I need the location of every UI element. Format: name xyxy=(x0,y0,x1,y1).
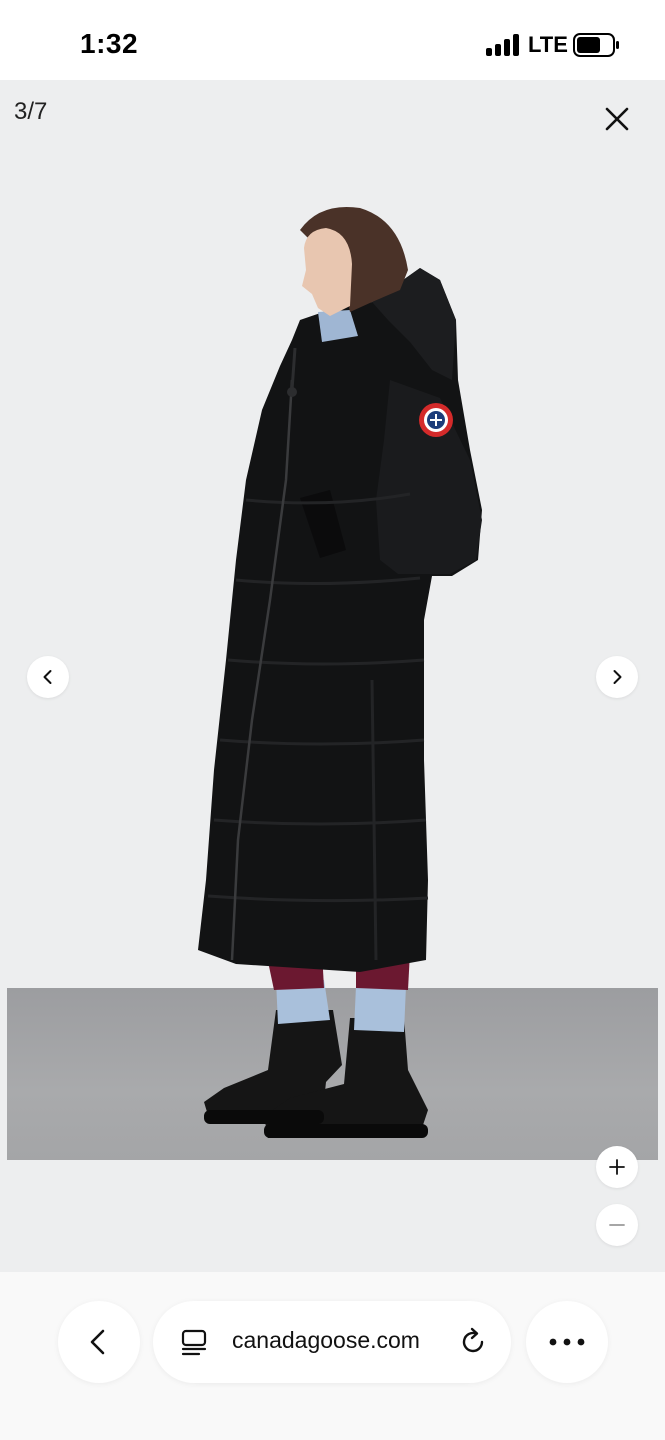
tabs-icon[interactable] xyxy=(179,1327,209,1357)
mobile-screen: 1:32 LTE 3/7 canadagoose.com xyxy=(0,0,665,1440)
face xyxy=(302,228,352,316)
reload-icon[interactable] xyxy=(457,1325,489,1357)
plus-icon[interactable] xyxy=(608,1158,626,1176)
more-options-button[interactable] xyxy=(526,1301,608,1383)
product-image[interactable] xyxy=(0,80,665,1272)
close-button[interactable] xyxy=(598,100,636,138)
browser-toolbar: canadagoose.com xyxy=(0,1272,665,1440)
image-counter: 3/7 xyxy=(14,98,48,125)
status-time: 1:32 xyxy=(80,28,139,59)
close-icon[interactable] xyxy=(598,100,636,138)
url-text[interactable]: canadagoose.com xyxy=(232,1327,420,1354)
browser-back-button[interactable] xyxy=(58,1301,140,1383)
minus-icon[interactable] xyxy=(608,1216,626,1234)
network-type: LTE xyxy=(528,32,568,57)
chevron-right-icon[interactable] xyxy=(608,668,626,686)
next-image-button[interactable] xyxy=(596,656,638,698)
zoom-in-button[interactable] xyxy=(596,1146,638,1188)
battery-icon xyxy=(573,33,619,57)
signal-icon xyxy=(486,34,520,56)
back-chevron-icon[interactable] xyxy=(84,1327,114,1357)
more-icon[interactable] xyxy=(547,1337,587,1347)
chevron-left-icon[interactable] xyxy=(39,668,57,686)
previous-image-button[interactable] xyxy=(27,656,69,698)
shoulder-badge xyxy=(419,403,453,437)
image-gallery-viewer[interactable]: 3/7 xyxy=(0,80,665,1272)
zoom-out-button[interactable] xyxy=(596,1204,638,1246)
address-bar[interactable]: canadagoose.com xyxy=(153,1301,511,1383)
status-bar: 1:32 LTE xyxy=(0,0,665,80)
